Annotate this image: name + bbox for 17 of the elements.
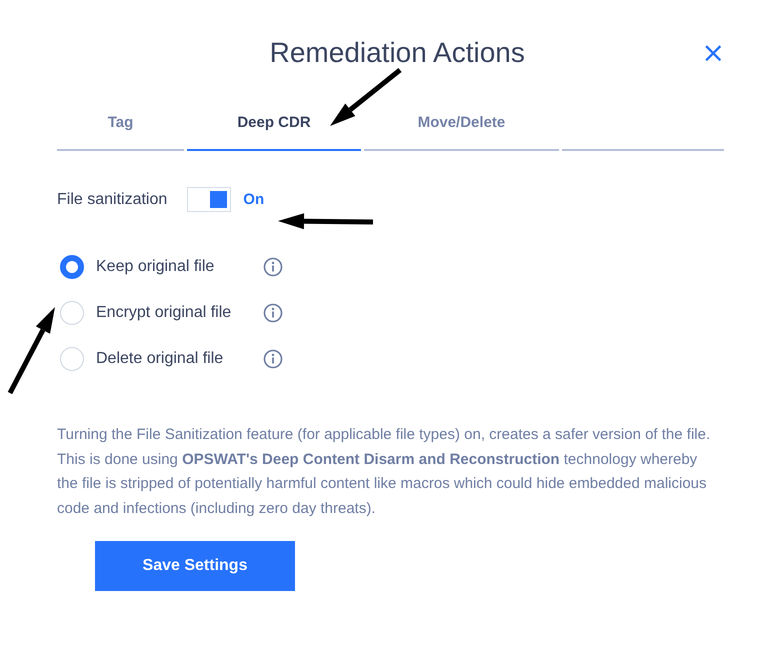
info-icon[interactable] xyxy=(263,349,283,369)
toggle-switch[interactable] xyxy=(187,187,232,212)
toggle-state: On xyxy=(243,191,264,208)
save-button[interactable]: Save Settings xyxy=(95,541,295,591)
annotation-arrow xyxy=(330,68,402,126)
tab[interactable]: Tag xyxy=(57,114,184,151)
info-icon[interactable] xyxy=(263,257,283,277)
sanitization-label: File sanitization xyxy=(57,190,168,208)
dialog-title: Remediation Actions xyxy=(268,37,526,69)
description-text: Turning the File Sanitization feature (for applicable file types) on, creates a safer version of the file. This is done using OPSWAT's Deep Content Disarm and Reconstruction technology whereby the file is stripped of potentially harmful content like macros which could hide embedded malicious code and infections (including zero day threats). xyxy=(57,425,712,518)
radio-button[interactable] xyxy=(60,255,84,279)
close-button[interactable]: × xyxy=(698,39,729,67)
info-icon[interactable] xyxy=(263,303,283,323)
option-label: Keep original file xyxy=(96,258,216,276)
option-label: Encrypt original file xyxy=(96,304,232,322)
tab[interactable]: Move/Delete xyxy=(364,114,559,151)
option-label: Delete original file xyxy=(96,350,224,368)
